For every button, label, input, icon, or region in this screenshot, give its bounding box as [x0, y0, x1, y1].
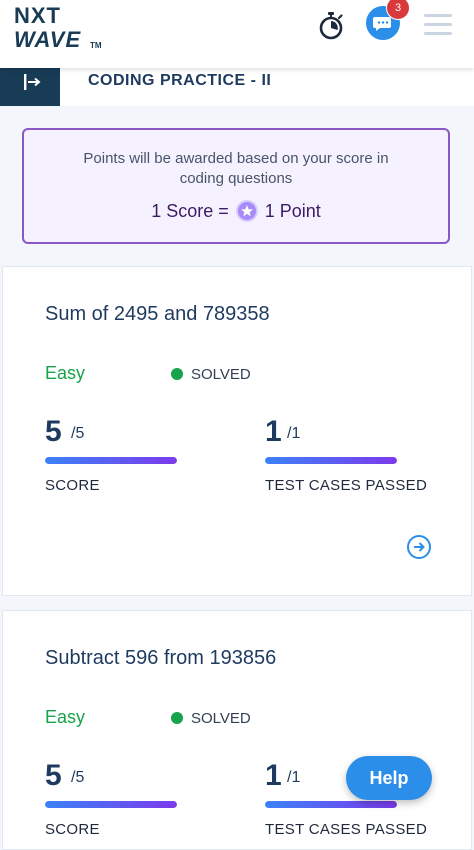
stopwatch-icon[interactable] [318, 12, 344, 40]
question-title[interactable]: Sum of 2495 and 789358 [45, 303, 270, 326]
logo-trademark: TM [90, 41, 102, 50]
score-progress-fill [45, 457, 177, 464]
page-title: CODING PRACTICE - II [88, 72, 272, 89]
help-button[interactable]: Help [346, 756, 432, 800]
tests-total: /1 [287, 769, 301, 786]
score-label: SCORE [45, 821, 100, 838]
tests-label: TEST CASES PASSED [265, 477, 428, 494]
test-cases-metric: 1 /1 TEST CASES PASSED [265, 415, 465, 495]
score-label: SCORE [45, 477, 100, 494]
solved-dot-icon [171, 368, 183, 380]
score-value: 5 [45, 759, 62, 792]
hamburger-menu-icon[interactable] [424, 14, 452, 36]
question-card[interactable]: Sum of 2495 and 789358 Easy SOLVED 5 /5 … [2, 266, 472, 596]
status-text: SOLVED [191, 366, 251, 383]
difficulty-label: Easy [45, 707, 86, 727]
section-header: CODING PRACTICE - II [0, 66, 474, 106]
notification-badge: 3 [386, 0, 410, 20]
notice-line-2: coding questions [179, 170, 293, 187]
exit-button[interactable] [0, 66, 60, 106]
status-badge: SOLVED [171, 710, 251, 727]
exit-arrow-icon [24, 74, 41, 90]
tests-label: TEST CASES PASSED [265, 821, 428, 838]
question-card[interactable]: Subtract 596 from 193856 Easy SOLVED 5 /… [2, 610, 472, 850]
score-progress-bar [45, 457, 177, 464]
score-to-point-rate: 1 Score = 1 Point [24, 200, 448, 222]
logo-line-1: NXT [14, 3, 61, 28]
tests-progress-bar [265, 801, 397, 808]
tests-total: /1 [287, 425, 301, 442]
tests-value: 1 [265, 759, 282, 792]
score-total: /5 [71, 425, 85, 442]
open-question-button[interactable] [407, 535, 431, 559]
point-text: 1 Point [264, 201, 321, 221]
question-title[interactable]: Subtract 596 from 193856 [45, 647, 276, 670]
score-text: 1 Score = [151, 201, 229, 221]
solved-dot-icon [171, 712, 183, 724]
app-bar: NXT WAVE TM 3 [0, 0, 474, 68]
logo-line-2: WAVE [14, 27, 82, 52]
arrow-right-circle-icon [414, 542, 425, 552]
status-badge: SOLVED [171, 366, 251, 383]
score-progress-bar [45, 801, 177, 808]
tests-value: 1 [265, 415, 282, 448]
star-coin-icon [235, 200, 258, 222]
chat-button[interactable]: 3 [366, 0, 410, 42]
score-progress-fill [45, 801, 177, 808]
score-metric: 5 /5 SCORE [45, 759, 245, 839]
score-total: /5 [71, 769, 85, 786]
score-value: 5 [45, 415, 62, 448]
notice-line-1: Points will be awarded based on your sco… [83, 150, 389, 167]
difficulty-label: Easy [45, 363, 86, 383]
tests-progress-bar [265, 457, 397, 464]
points-notice: Points will be awarded based on your sco… [22, 128, 450, 244]
tests-progress-fill [265, 457, 397, 464]
score-metric: 5 /5 SCORE [45, 415, 245, 495]
status-text: SOLVED [191, 710, 251, 727]
nxtwave-logo[interactable]: NXT WAVE TM [14, 4, 124, 54]
tests-progress-fill [265, 801, 397, 808]
